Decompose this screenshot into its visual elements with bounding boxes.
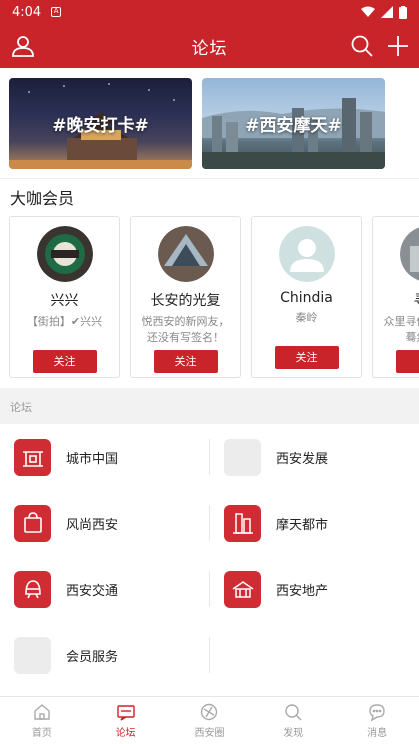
avatar [278, 226, 335, 282]
message-icon [369, 704, 385, 722]
member-name: Chindia [280, 290, 333, 306]
forum-item-label: 西安发展 [276, 451, 329, 467]
member-name: 长安的光复 [150, 293, 221, 309]
member-desc: 【街拍】✔兴兴 [26, 315, 103, 328]
member-card[interactable]: Chindia 秦岭 关注 [251, 216, 362, 378]
home-icon [34, 704, 50, 720]
member-name: 寻他 [373, 290, 419, 310]
member-card[interactable]: 长安的光复 悦西安的新网友，还没有写签名！ 关注 [130, 216, 241, 378]
forum-item-skyscraper-city[interactable]: 摩天都市 [210, 490, 419, 556]
follow-button[interactable]: 关 [395, 350, 419, 373]
forum-item-label: 西安交通 [66, 583, 119, 599]
tab-discover[interactable]: 发现 [251, 697, 335, 744]
topic-banners: #晚安打卡# #西安摩天# [0, 68, 419, 180]
tab-messages[interactable]: 消息 [335, 697, 419, 744]
avatar [36, 226, 93, 282]
discover-icon [285, 704, 302, 721]
profile-button[interactable] [10, 33, 36, 59]
plus-icon [388, 36, 408, 56]
forum-section-label: 论坛 [10, 401, 32, 414]
member-desc: 众里寻他千百度，蓦然回首 [383, 315, 419, 344]
banner-label: #西安摩天# [245, 116, 342, 136]
status-bar: 4:04 A [0, 0, 419, 24]
forum-section-header: 论坛 [0, 388, 419, 424]
search-icon [351, 35, 373, 57]
signal-icon [381, 6, 393, 18]
avatar [399, 226, 419, 282]
banner-label: #晚安打卡# [52, 116, 149, 136]
forum-grid: 城市中国 西安发展 风尚西安 摩天都市 西安交通 西安地产 会员服务 [0, 424, 419, 688]
tab-xian-circle[interactable]: 西安圈 [168, 697, 252, 744]
avatar [157, 226, 214, 282]
wifi-icon [361, 6, 375, 17]
members-section-title: 大咖会员 [10, 189, 75, 208]
tab-home[interactable]: 首页 [0, 697, 84, 744]
bottom-tab-bar: 首页 论坛 西安圈 发现 消息 [0, 696, 419, 744]
building-icon [224, 570, 261, 608]
tab-label: 论坛 [115, 728, 136, 739]
placeholder-icon [14, 636, 51, 674]
forum-item-label: 摩天都市 [276, 517, 329, 533]
forum-item-member-service[interactable]: 会员服务 [0, 622, 209, 688]
skyscraper-icon [224, 504, 261, 542]
tab-label: 消息 [367, 728, 388, 739]
forum-item-xian-transport[interactable]: 西安交通 [0, 556, 209, 622]
follow-button[interactable]: 关注 [274, 346, 339, 369]
circle-icon [201, 703, 218, 721]
tab-forum[interactable]: 论坛 [84, 697, 168, 744]
member-carousel[interactable]: 兴兴 【街拍】✔兴兴 关注 长安的光复 悦西安的新网友，还没有写签名！ 关注 C… [0, 214, 419, 382]
battery-icon [399, 5, 407, 19]
forum-icon [116, 705, 135, 721]
follow-button[interactable]: 关注 [32, 350, 97, 373]
member-card[interactable]: 兴兴 【街拍】✔兴兴 关注 [9, 216, 120, 378]
page-title: 论坛 [191, 38, 228, 59]
member-card[interactable]: 寻他 众里寻他千百度，蓦然回首 关 [372, 216, 419, 378]
divider [209, 637, 210, 673]
forum-item-xian-development[interactable]: 西安发展 [210, 424, 419, 490]
member-name: 兴兴 [50, 293, 79, 309]
search-button[interactable] [349, 33, 375, 59]
status-time: 4:04 [12, 4, 42, 20]
forum-item-label: 风尚西安 [66, 517, 119, 533]
forum-item-city-china[interactable]: 城市中国 [0, 424, 209, 490]
tab-label: 发现 [283, 728, 304, 739]
placeholder-icon [224, 438, 261, 476]
tab-label: 西安圈 [194, 728, 225, 739]
member-desc: 悦西安的新网友，还没有写签名！ [141, 315, 230, 344]
tab-label: 首页 [31, 728, 52, 739]
forum-item-fashion-xian[interactable]: 风尚西安 [0, 490, 209, 556]
forum-item-label: 会员服务 [66, 649, 119, 665]
forum-item-label: 城市中国 [66, 451, 119, 467]
divider [0, 178, 419, 179]
forum-item-label: 西安地产 [276, 583, 329, 599]
user-icon [12, 36, 34, 57]
add-button[interactable] [385, 33, 411, 59]
city-china-icon [14, 438, 51, 476]
forum-item-xian-realestate[interactable]: 西安地产 [210, 556, 419, 622]
shopping-bag-icon [14, 504, 51, 542]
banner-night-checkin[interactable]: #晚安打卡# [9, 78, 192, 169]
train-icon [14, 570, 51, 608]
follow-button[interactable]: 关注 [153, 350, 218, 373]
app-bar: 论坛 [0, 24, 419, 68]
notification-icon: A [51, 7, 62, 17]
banner-xian-skyline[interactable]: #西安摩天# [202, 78, 385, 169]
member-desc: 秦岭 [295, 311, 318, 324]
